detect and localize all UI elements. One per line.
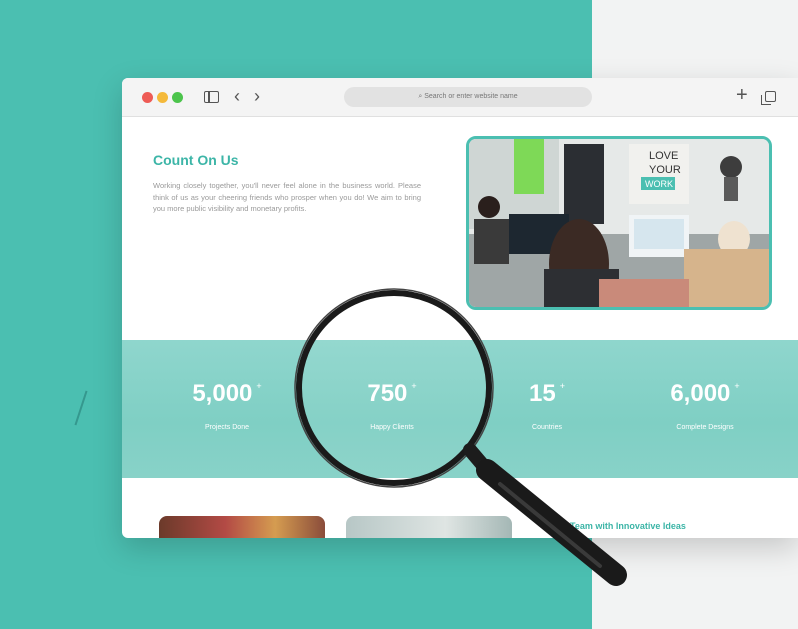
section-description: Working closely together, you'll never f… <box>153 181 421 213</box>
back-arrow-icon[interactable]: ‹ <box>234 86 240 106</box>
stat-suffix: + <box>256 381 262 391</box>
stat-label: Complete Designs <box>676 424 734 431</box>
address-placeholder: Search or enter website name <box>424 93 518 100</box>
photo-sign-line-1: LOVE <box>649 150 678 162</box>
stat-label: Happy Clients <box>370 424 414 431</box>
section-title: Count On Us <box>153 152 239 168</box>
stat-happy-clients: 750 + Happy Clients <box>347 380 437 431</box>
minimize-window-button[interactable] <box>157 92 168 103</box>
stat-projects-done: 5,000 + Projects Done <box>182 380 272 431</box>
team-section-heading: d Team with Innovative Ideas <box>562 521 686 531</box>
tab-overview-icon[interactable] <box>761 91 776 105</box>
stat-suffix: + <box>411 381 417 391</box>
browser-window: ‹ › ⌕ Search or enter website name + Cou… <box>122 78 798 538</box>
address-bar[interactable]: ⌕ Search or enter website name <box>344 87 592 107</box>
maximize-window-button[interactable] <box>172 92 183 103</box>
office-photo: LOVE YOUR WORK <box>466 136 772 310</box>
stat-suffix: + <box>559 381 565 391</box>
stats-section: 5,000 + Projects Done 750 + Happy Clients … <box>122 340 798 478</box>
stat-suffix: + <box>734 381 740 391</box>
office-photo-illustration: LOVE YOUR WORK <box>469 139 769 307</box>
photo-sign-line-2: YOUR <box>649 164 681 176</box>
new-tab-plus-icon[interactable]: + <box>736 84 748 106</box>
stat-countries: 15 + Countries <box>502 380 592 431</box>
team-photo-card[interactable] <box>159 516 325 538</box>
photo-sign-line-3: WORK <box>645 179 673 189</box>
browser-toolbar: ‹ › ⌕ Search or enter website name + <box>122 78 798 117</box>
close-window-button[interactable] <box>142 92 153 103</box>
stat-label: Countries <box>532 424 562 431</box>
stat-label: Projects Done <box>205 424 249 431</box>
stat-value: 5,000 <box>192 380 253 407</box>
forward-arrow-icon[interactable]: › <box>254 86 260 106</box>
stat-value: 15 <box>529 380 556 407</box>
workspace-photo-card[interactable] <box>346 516 512 538</box>
sidebar-toggle-icon[interactable] <box>204 91 219 103</box>
stat-value: 750 <box>367 380 408 407</box>
stat-value: 6,000 <box>670 380 731 407</box>
stat-complete-designs: 6,000 + Complete Designs <box>650 380 760 431</box>
